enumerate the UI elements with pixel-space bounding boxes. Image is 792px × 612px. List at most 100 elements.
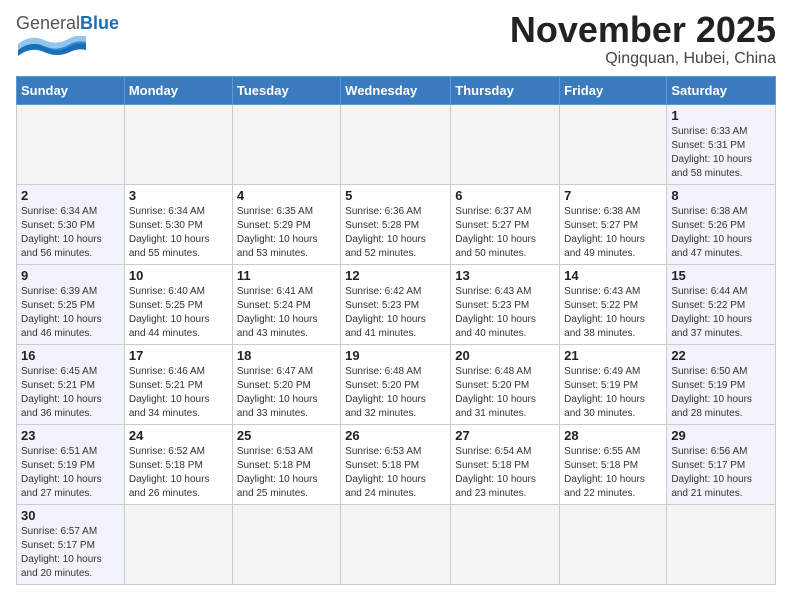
- day-info: Sunrise: 6:37 AM Sunset: 5:27 PM Dayligh…: [455, 205, 555, 261]
- table-row: 2Sunrise: 6:34 AM Sunset: 5:30 PM Daylig…: [17, 184, 125, 264]
- day-number: 16: [21, 348, 120, 363]
- table-row: 16 Sunrise: 6:45 AM Sunset: 5:21 PM Dayli…: [17, 344, 125, 424]
- day-info: Sunrise: 6:40 AM Sunset: 5:25 PM Dayligh…: [129, 285, 228, 341]
- table-row: 15 Sunrise: 6:44 AM Sunset: 5:22 PM Dayli…: [667, 264, 776, 344]
- table-row: 1Sunrise: 6:33 AM Sunset: 5:31 PM Daylig…: [667, 104, 776, 184]
- table-row: 17 Sunrise: 6:46 AM Sunset: 5:21 PM Dayli…: [124, 344, 232, 424]
- day-number: 6: [455, 188, 555, 203]
- table-row: 19 Sunrise: 6:48 AM Sunset: 5:20 PM Dayli…: [341, 344, 451, 424]
- table-row: 27 Sunrise: 6:54 AM Sunset: 5:18 PM Dayli…: [451, 424, 560, 504]
- calendar-week-row: 1Sunrise: 6:33 AM Sunset: 5:31 PM Daylig…: [17, 104, 776, 184]
- table-row: [560, 504, 667, 584]
- col-sunday: Sunday: [17, 76, 125, 104]
- table-row: 12Sunrise: 6:42 AM Sunset: 5:23 PM Dayli…: [341, 264, 451, 344]
- table-row: [451, 504, 560, 584]
- day-number: 29: [671, 428, 771, 443]
- table-row: 8Sunrise: 6:38 AM Sunset: 5:26 PM Daylig…: [667, 184, 776, 264]
- day-info: Sunrise: 6:44 AM Sunset: 5:22 PM Dayligh…: [671, 285, 771, 341]
- table-row: 4Sunrise: 6:35 AM Sunset: 5:29 PM Daylig…: [232, 184, 340, 264]
- day-number: 15: [671, 268, 771, 283]
- day-number: 24: [129, 428, 228, 443]
- calendar-header-row: Sunday Monday Tuesday Wednesday Thursday…: [17, 76, 776, 104]
- table-row: [341, 504, 451, 584]
- day-info: Sunrise: 6:51 AM Sunset: 5:19 PM Dayligh…: [21, 445, 120, 501]
- day-info: Sunrise: 6:46 AM Sunset: 5:21 PM Dayligh…: [129, 365, 228, 421]
- day-info: Sunrise: 6:43 AM Sunset: 5:22 PM Dayligh…: [564, 285, 662, 341]
- table-row: 26 Sunrise: 6:53 AM Sunset: 5:18 PM Dayli…: [341, 424, 451, 504]
- day-number: 7: [564, 188, 662, 203]
- day-number: 3: [129, 188, 228, 203]
- table-row: 3 Sunrise: 6:34 AM Sunset: 5:30 PM Daylig…: [124, 184, 232, 264]
- logo-blue: Blue: [80, 13, 119, 33]
- day-info: Sunrise: 6:49 AM Sunset: 5:19 PM Dayligh…: [564, 365, 662, 421]
- day-number: 30: [21, 508, 120, 523]
- day-info: Sunrise: 6:50 AM Sunset: 5:19 PM Dayligh…: [671, 365, 771, 421]
- day-info: Sunrise: 6:36 AM Sunset: 5:28 PM Dayligh…: [345, 205, 446, 261]
- day-info: Sunrise: 6:34 AM Sunset: 5:30 PM Dayligh…: [129, 205, 228, 261]
- table-row: 29 Sunrise: 6:56 AM Sunset: 5:17 PM Dayli…: [667, 424, 776, 504]
- title-block: November 2025 Qingquan, Hubei, China: [510, 10, 776, 68]
- table-row: [124, 504, 232, 584]
- header: GeneralBlue November 2025 Qingquan, Hube…: [16, 10, 776, 68]
- col-thursday: Thursday: [451, 76, 560, 104]
- day-info: Sunrise: 6:35 AM Sunset: 5:29 PM Dayligh…: [237, 205, 336, 261]
- day-info: Sunrise: 6:38 AM Sunset: 5:26 PM Dayligh…: [671, 205, 771, 261]
- day-number: 27: [455, 428, 555, 443]
- table-row: 14 Sunrise: 6:43 AM Sunset: 5:22 PM Dayli…: [560, 264, 667, 344]
- calendar-week-row: 23 Sunrise: 6:51 AM Sunset: 5:19 PM Dayli…: [17, 424, 776, 504]
- day-number: 28: [564, 428, 662, 443]
- col-saturday: Saturday: [667, 76, 776, 104]
- table-row: 13 Sunrise: 6:43 AM Sunset: 5:23 PM Dayli…: [451, 264, 560, 344]
- col-friday: Friday: [560, 76, 667, 104]
- calendar-week-row: 30Sunrise: 6:57 AM Sunset: 5:17 PM Dayli…: [17, 504, 776, 584]
- day-info: Sunrise: 6:47 AM Sunset: 5:20 PM Dayligh…: [237, 365, 336, 421]
- day-number: 21: [564, 348, 662, 363]
- table-row: 9 Sunrise: 6:39 AM Sunset: 5:25 PM Daylig…: [17, 264, 125, 344]
- logo-icon: [16, 36, 96, 58]
- day-info: Sunrise: 6:45 AM Sunset: 5:21 PM Dayligh…: [21, 365, 120, 421]
- day-info: Sunrise: 6:43 AM Sunset: 5:23 PM Dayligh…: [455, 285, 555, 341]
- logo-general: General: [16, 13, 80, 33]
- table-row: 20Sunrise: 6:48 AM Sunset: 5:20 PM Dayli…: [451, 344, 560, 424]
- day-number: 17: [129, 348, 228, 363]
- day-number: 13: [455, 268, 555, 283]
- day-info: Sunrise: 6:41 AM Sunset: 5:24 PM Dayligh…: [237, 285, 336, 341]
- page: GeneralBlue November 2025 Qingquan, Hube…: [0, 0, 792, 601]
- table-row: [232, 504, 340, 584]
- day-info: Sunrise: 6:48 AM Sunset: 5:20 PM Dayligh…: [455, 365, 555, 421]
- calendar-week-row: 2Sunrise: 6:34 AM Sunset: 5:30 PM Daylig…: [17, 184, 776, 264]
- table-row: 30Sunrise: 6:57 AM Sunset: 5:17 PM Dayli…: [17, 504, 125, 584]
- day-number: 10: [129, 268, 228, 283]
- table-row: 10 Sunrise: 6:40 AM Sunset: 5:25 PM Dayli…: [124, 264, 232, 344]
- day-number: 23: [21, 428, 120, 443]
- table-row: 5 Sunrise: 6:36 AM Sunset: 5:28 PM Daylig…: [341, 184, 451, 264]
- month-title: November 2025: [510, 10, 776, 50]
- day-number: 26: [345, 428, 446, 443]
- table-row: [560, 104, 667, 184]
- day-number: 9: [21, 268, 120, 283]
- day-number: 14: [564, 268, 662, 283]
- day-info: Sunrise: 6:54 AM Sunset: 5:18 PM Dayligh…: [455, 445, 555, 501]
- day-info: Sunrise: 6:52 AM Sunset: 5:18 PM Dayligh…: [129, 445, 228, 501]
- day-number: 19: [345, 348, 446, 363]
- table-row: 23 Sunrise: 6:51 AM Sunset: 5:19 PM Dayli…: [17, 424, 125, 504]
- day-number: 22: [671, 348, 771, 363]
- table-row: 11Sunrise: 6:41 AM Sunset: 5:24 PM Dayli…: [232, 264, 340, 344]
- day-info: Sunrise: 6:39 AM Sunset: 5:25 PM Dayligh…: [21, 285, 120, 341]
- table-row: 18Sunrise: 6:47 AM Sunset: 5:20 PM Dayli…: [232, 344, 340, 424]
- day-info: Sunrise: 6:56 AM Sunset: 5:17 PM Dayligh…: [671, 445, 771, 501]
- day-info: Sunrise: 6:53 AM Sunset: 5:18 PM Dayligh…: [345, 445, 446, 501]
- day-info: Sunrise: 6:48 AM Sunset: 5:20 PM Dayligh…: [345, 365, 446, 421]
- table-row: [232, 104, 340, 184]
- day-info: Sunrise: 6:38 AM Sunset: 5:27 PM Dayligh…: [564, 205, 662, 261]
- logo: GeneralBlue: [16, 14, 119, 63]
- day-number: 5: [345, 188, 446, 203]
- table-row: 7 Sunrise: 6:38 AM Sunset: 5:27 PM Daylig…: [560, 184, 667, 264]
- table-row: 25Sunrise: 6:53 AM Sunset: 5:18 PM Dayli…: [232, 424, 340, 504]
- table-row: [667, 504, 776, 584]
- day-number: 12: [345, 268, 446, 283]
- day-info: Sunrise: 6:34 AM Sunset: 5:30 PM Dayligh…: [21, 205, 120, 261]
- table-row: 21 Sunrise: 6:49 AM Sunset: 5:19 PM Dayli…: [560, 344, 667, 424]
- calendar-week-row: 9 Sunrise: 6:39 AM Sunset: 5:25 PM Daylig…: [17, 264, 776, 344]
- day-info: Sunrise: 6:53 AM Sunset: 5:18 PM Dayligh…: [237, 445, 336, 501]
